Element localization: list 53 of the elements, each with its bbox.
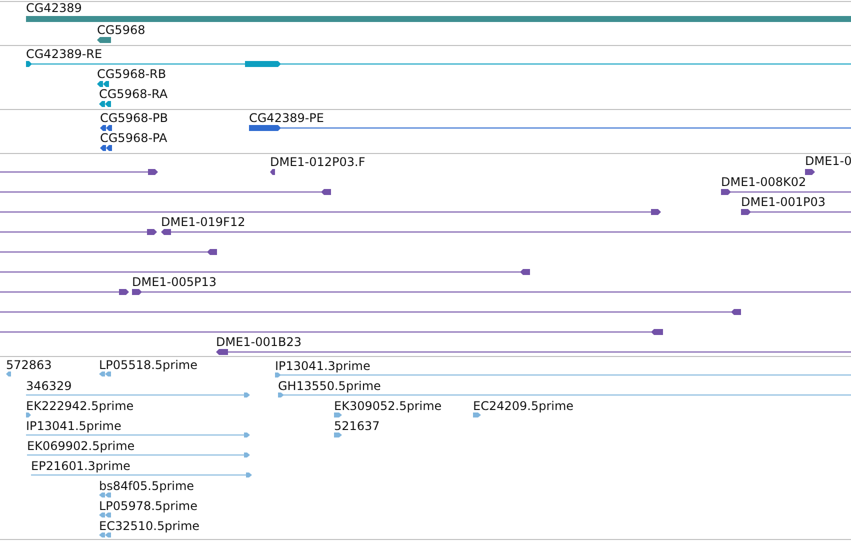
feature-label: EK309052.5prime (334, 399, 442, 413)
feature-label: DME1-001P03 (741, 195, 826, 209)
feature-label: IP13041.5prime (26, 419, 122, 433)
feature-glyph[interactable] (0, 269, 530, 275)
feature-glyph[interactable] (270, 169, 275, 175)
feature-glyph[interactable] (0, 249, 217, 255)
feature-label: CG42389-RE (26, 47, 102, 61)
feature-label: 572863 (6, 358, 52, 372)
feature-glyph[interactable] (0, 209, 661, 215)
feature-label: DME1-012P03.F (270, 155, 366, 169)
feature-glyph[interactable] (741, 209, 851, 215)
feature-label: 346329 (26, 379, 72, 393)
feature-glyph[interactable] (0, 329, 663, 335)
feature-label: IP13041.3prime (275, 359, 370, 373)
feature-glyph[interactable] (805, 169, 815, 175)
feature-label: LP05978.5prime (99, 499, 198, 513)
feature-glyph[interactable] (0, 189, 331, 195)
feature-label: bs84f05.5prime (99, 479, 194, 493)
feature-glyph[interactable] (0, 289, 129, 295)
feature-glyph[interactable] (99, 101, 111, 107)
feature-label: GH13550.5prime (278, 379, 381, 393)
feature-glyph[interactable] (100, 145, 112, 151)
feature-label: EK222942.5prime (26, 399, 134, 413)
feature-label: DME1-001B23 (216, 335, 302, 349)
feature-glyph[interactable] (0, 309, 741, 315)
feature-label: CG5968-RA (99, 87, 168, 101)
feature-label: EP21601.3prime (31, 459, 130, 473)
feature-label: DME1-008K02 (721, 175, 806, 189)
feature-label: 521637 (334, 419, 380, 433)
feature-glyph[interactable] (721, 189, 851, 195)
feature-label: CG42389 (26, 1, 82, 15)
feature-glyph[interactable] (216, 349, 851, 355)
feature-label: CG5968-RB (97, 67, 166, 81)
feature-label: CG5968-PB (100, 111, 168, 125)
feature-label: DME1-019F12 (161, 215, 246, 229)
feature-label: EC24209.5prime (473, 399, 574, 413)
feature-label: EK069902.5prime (27, 439, 135, 453)
feature-glyph[interactable] (0, 229, 157, 235)
feature-glyph[interactable] (97, 81, 109, 87)
feature-label: EC32510.5prime (99, 519, 200, 533)
feature-glyph[interactable] (132, 289, 851, 295)
feature-label: DME1-005P13 (132, 275, 217, 289)
feature-glyph[interactable] (0, 169, 158, 175)
feature-glyph[interactable] (26, 61, 851, 67)
feature-label: CG5968 (97, 23, 146, 37)
feature-glyph[interactable] (100, 125, 112, 131)
feature-label: DME1-0 (805, 154, 851, 168)
feature-glyph[interactable] (161, 229, 851, 235)
feature-label: CG42389-PE (249, 111, 324, 125)
feature-label: LP05518.5prime (99, 358, 198, 372)
feature-glyph[interactable] (97, 37, 111, 43)
feature-label: CG5968-PA (100, 131, 168, 145)
feature-glyph[interactable] (249, 125, 851, 131)
